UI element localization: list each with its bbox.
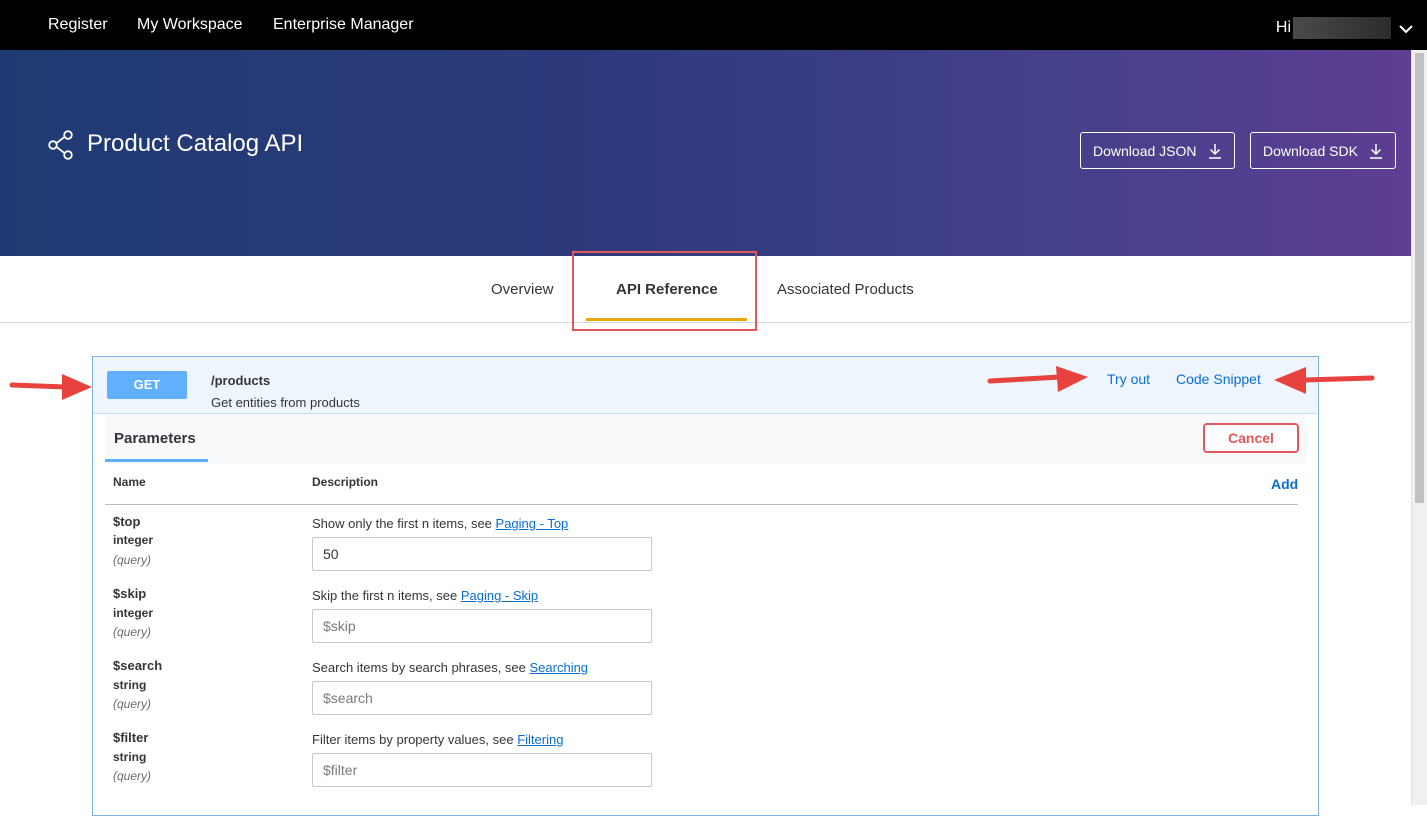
param-name: $top: [113, 514, 141, 529]
code-snippet-link[interactable]: Code Snippet: [1176, 371, 1261, 387]
divider: [105, 504, 1298, 505]
parameters-tab-indicator: [105, 459, 208, 462]
nav-my-workspace[interactable]: My Workspace: [137, 0, 243, 50]
parameters-title[interactable]: Parameters: [114, 430, 196, 447]
user-greeting: Hi: [1275, 19, 1291, 36]
param-name: $skip: [113, 586, 147, 601]
chevron-down-icon: [1399, 25, 1413, 34]
param-location: (query): [113, 625, 152, 639]
param-type: integer: [113, 533, 154, 547]
api-header: Product Catalog API Download JSON Downlo…: [0, 50, 1412, 256]
try-out-link[interactable]: Try out: [1107, 371, 1150, 387]
param-type: string: [113, 678, 147, 692]
nav-register[interactable]: Register: [48, 0, 108, 50]
column-header-name: Name: [113, 475, 146, 489]
paging-skip-link[interactable]: Paging - Skip: [461, 588, 538, 603]
top-input[interactable]: [312, 537, 652, 571]
param-type: string: [113, 750, 147, 764]
download-json-label: Download JSON: [1093, 143, 1197, 159]
param-description: Show only the first n items, see Paging …: [312, 516, 568, 531]
param-name: $search: [113, 658, 163, 673]
filtering-link[interactable]: Filtering: [517, 732, 563, 747]
param-type: integer: [113, 606, 154, 620]
endpoint-header[interactable]: GET /products Get entities from products…: [93, 357, 1318, 414]
share-icon: [48, 130, 73, 160]
download-sdk-button[interactable]: Download SDK: [1250, 132, 1396, 169]
param-description: Search items by search phrases, see Sear…: [312, 660, 588, 675]
param-location: (query): [113, 697, 152, 711]
download-icon: [1370, 144, 1382, 159]
page-scrollbar[interactable]: [1411, 50, 1427, 805]
scrollbar-thumb[interactable]: [1415, 53, 1424, 503]
param-description-text: Show only the first n items, see: [312, 516, 496, 531]
param-description-text: Search items by search phrases, see: [312, 660, 530, 675]
column-header-description: Description: [312, 475, 379, 489]
param-description-text: Skip the first n items, see: [312, 588, 461, 603]
param-location: (query): [113, 769, 152, 783]
search-input[interactable]: [312, 681, 652, 715]
annotation-arrow-right-icon: [9, 374, 92, 400]
param-location: (query): [113, 553, 152, 567]
page-title: Product Catalog API: [87, 130, 304, 157]
parameters-tab-bar: Parameters: [105, 414, 1307, 464]
annotation-highlight-box: [572, 251, 757, 331]
param-description: Filter items by property values, see Fil…: [312, 732, 563, 747]
endpoint-panel: GET /products Get entities from products…: [92, 356, 1319, 816]
param-description-text: Filter items by property values, see: [312, 732, 518, 747]
searching-link[interactable]: Searching: [530, 660, 589, 675]
filter-input[interactable]: [312, 753, 652, 787]
download-json-button[interactable]: Download JSON: [1080, 132, 1235, 169]
add-button[interactable]: Add: [1271, 476, 1298, 492]
nav-enterprise-manager[interactable]: Enterprise Manager: [273, 0, 414, 50]
top-navigation-bar: Register My Workspace Enterprise Manager…: [0, 0, 1427, 50]
paging-top-link[interactable]: Paging - Top: [496, 516, 569, 531]
annotation-arrow-left-icon: [1274, 367, 1375, 394]
download-sdk-label: Download SDK: [1263, 143, 1358, 159]
skip-input[interactable]: [312, 609, 652, 643]
param-description: Skip the first n items, see Paging - Ski…: [312, 588, 538, 603]
tab-associated-products[interactable]: Associated Products: [777, 256, 914, 322]
tab-overview[interactable]: Overview: [491, 256, 554, 322]
download-icon: [1209, 144, 1221, 159]
redacted-username: [1293, 16, 1391, 39]
param-name: $filter: [113, 730, 149, 745]
cancel-button[interactable]: Cancel: [1203, 423, 1299, 453]
endpoint-path: /products: [211, 373, 271, 388]
endpoint-summary: Get entities from products: [211, 395, 360, 410]
user-menu[interactable]: Hi: [1275, 0, 1413, 56]
method-badge: GET: [107, 371, 187, 399]
annotation-arrow-right-icon: [987, 366, 1088, 392]
